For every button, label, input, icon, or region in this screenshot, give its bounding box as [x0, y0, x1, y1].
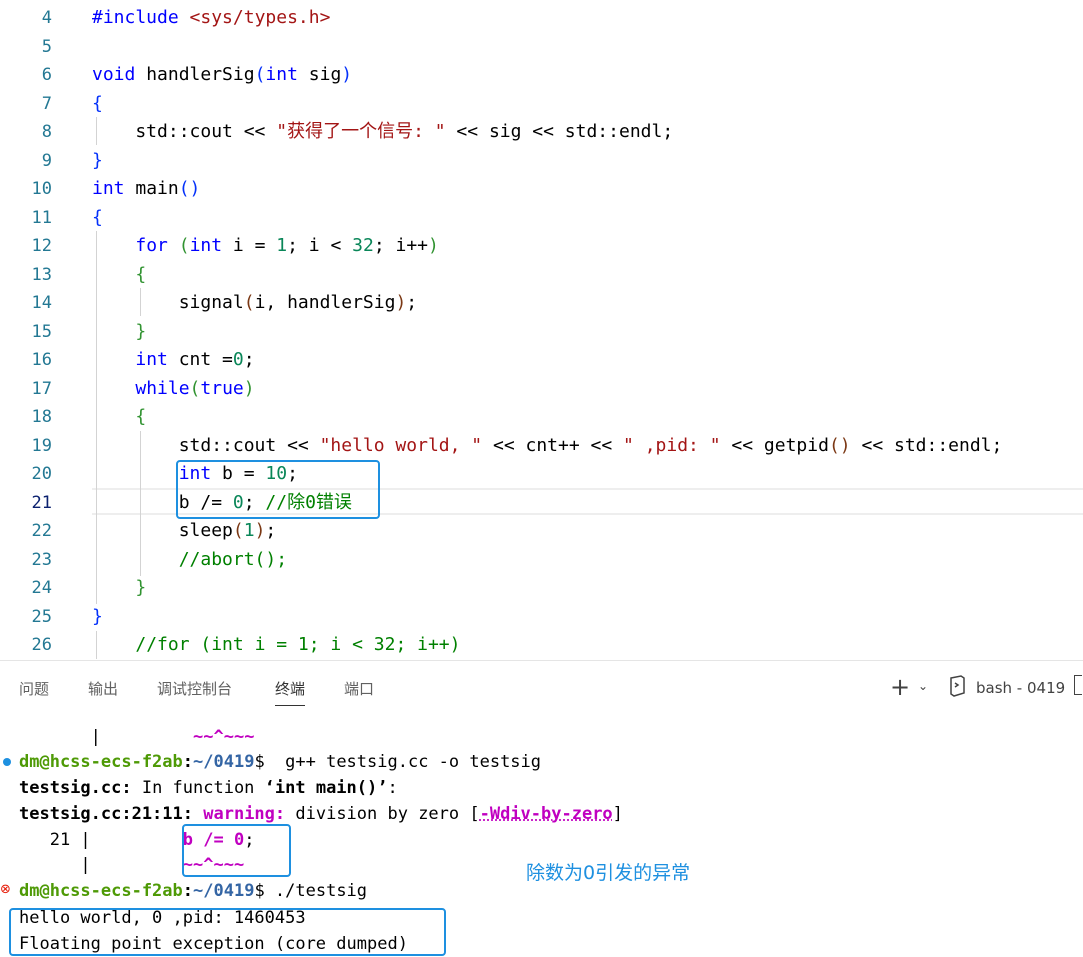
- code-line[interactable]: 23 //abort();: [0, 546, 1083, 574]
- code-line[interactable]: 8 std::cout << "获得了一个信号: " << sig << std…: [0, 118, 1083, 146]
- line-number: 10: [31, 179, 52, 199]
- line-number: 11: [31, 208, 52, 228]
- line-number: 25: [31, 607, 52, 627]
- code-line[interactable]: 12 for (int i = 1; i < 32; i++): [0, 232, 1083, 260]
- highlight-box-code: [176, 460, 380, 519]
- code-line[interactable]: 24 }: [0, 574, 1083, 602]
- code-line[interactable]: 16 int cnt =0;: [0, 346, 1083, 374]
- line-number: 6: [41, 65, 52, 85]
- terminal-prompt: dm@hcss-ecs-f2ab:~/0419$ ./testsig: [19, 881, 368, 901]
- code-text: {: [135, 264, 147, 285]
- annotation-label: 除数为0引发的异常: [526, 862, 691, 884]
- code-line[interactable]: 26 //for (int i = 1; i < 32; i++): [0, 631, 1083, 659]
- line-number: 26: [31, 635, 52, 655]
- code-text: }: [92, 150, 103, 171]
- code-line[interactable]: 18 {: [0, 403, 1083, 431]
- code-line[interactable]: 17 while(true): [0, 375, 1083, 403]
- line-number: 5: [41, 37, 52, 57]
- code-line[interactable]: 5: [0, 33, 1083, 61]
- terminal-line: | ~~^~~~: [90, 727, 255, 747]
- code-text: std::cout << "获得了一个信号: " << sig << std::…: [92, 121, 674, 142]
- new-terminal-plus-icon[interactable]: +: [890, 673, 910, 701]
- code-line[interactable]: 6 void handlerSig(int sig): [0, 61, 1083, 89]
- code-text: //abort();: [178, 549, 288, 570]
- code-text: sleep(1);: [92, 520, 277, 541]
- line-number: 4: [41, 8, 52, 28]
- line-number: 21: [31, 493, 52, 513]
- tab-problems[interactable]: 问题: [19, 678, 49, 699]
- highlight-box-output: [9, 908, 446, 956]
- tab-output[interactable]: 输出: [88, 678, 118, 699]
- code-line[interactable]: 19 std::cout << "hello world, " << cnt++…: [0, 432, 1083, 460]
- line-number: 22: [31, 521, 52, 541]
- line-number: 15: [31, 322, 52, 342]
- code-line[interactable]: 13 {: [0, 261, 1083, 289]
- code-line[interactable]: 9 }: [0, 147, 1083, 175]
- code-text: }: [135, 577, 147, 598]
- terminal-prompt: dm@hcss-ecs-f2ab:~/0419$ g++ testsig.cc …: [19, 752, 542, 772]
- line-number: 19: [31, 436, 52, 456]
- code-text: signal(i, handlerSig);: [92, 292, 418, 313]
- info-dot-icon: [3, 758, 11, 766]
- tab-ports[interactable]: 端口: [344, 678, 374, 699]
- line-number: 8: [41, 122, 52, 142]
- line-number: 16: [31, 350, 52, 370]
- line-number: 18: [31, 407, 52, 427]
- code-line[interactable]: 22 sleep(1);: [0, 517, 1083, 545]
- terminal-line: testsig.cc:21:11: warning: division by z…: [19, 804, 623, 824]
- code-editor[interactable]: 4 #include <sys/types.h> 5 6 void handle…: [0, 0, 1083, 660]
- line-number: 23: [31, 550, 52, 570]
- chevron-down-icon[interactable]: ⌄: [918, 679, 928, 693]
- tab-debug-console[interactable]: 调试控制台: [157, 678, 232, 699]
- line-number: 17: [31, 379, 52, 399]
- line-number: 12: [31, 236, 52, 256]
- split-terminal-icon[interactable]: [1074, 675, 1082, 695]
- code-text: void handlerSig(int sig): [92, 64, 353, 85]
- code-text: int cnt =0;: [135, 349, 255, 370]
- line-number: 14: [31, 293, 52, 313]
- code-text: {: [135, 406, 147, 427]
- error-icon: ⊗: [0, 882, 11, 897]
- code-text: }: [135, 321, 147, 342]
- code-text: while(true): [135, 378, 255, 399]
- code-text: for (int i = 1; i < 32; i++): [135, 235, 439, 256]
- code-line[interactable]: 21 b /= 0; //除0错误: [0, 489, 1083, 517]
- code-line[interactable]: 15 }: [0, 318, 1083, 346]
- highlight-box-warning: [182, 824, 291, 877]
- bottom-panel: 问题 输出 调试控制台 终端 端口 + ⌄ bash - 0419 | ~~^~…: [0, 660, 1083, 957]
- code-line[interactable]: 25 }: [0, 603, 1083, 631]
- code-text: {: [92, 93, 103, 114]
- code-line[interactable]: 14 signal(i, handlerSig);: [0, 289, 1083, 317]
- tab-terminal[interactable]: 终端: [275, 678, 306, 706]
- code-text: {: [92, 207, 103, 228]
- terminal-shell-icon: [950, 675, 965, 697]
- code-line[interactable]: 10 int main(): [0, 175, 1083, 203]
- line-number: 24: [31, 578, 52, 598]
- code-text: int main(): [92, 178, 201, 199]
- code-text: #include <sys/types.h>: [92, 7, 331, 28]
- line-number: 7: [41, 94, 52, 114]
- line-number: 13: [31, 265, 52, 285]
- code-text: //for (int i = 1; i < 32; i++): [135, 634, 461, 655]
- code-line[interactable]: 20 int b = 10;: [0, 460, 1083, 488]
- line-number: 9: [41, 151, 52, 171]
- code-line[interactable]: 7 {: [0, 90, 1083, 118]
- terminal-name[interactable]: bash - 0419: [976, 679, 1065, 697]
- panel-tabs: 问题 输出 调试控制台 终端 端口 + ⌄ bash - 0419: [0, 661, 1083, 713]
- terminal-line: testsig.cc: In function ‘int main()’:: [19, 778, 398, 798]
- code-text: }: [92, 606, 103, 627]
- code-text: std::cout << "hello world, " << cnt++ <<…: [92, 435, 1003, 456]
- code-line[interactable]: 4 #include <sys/types.h>: [0, 4, 1083, 32]
- line-number: 20: [31, 464, 52, 484]
- code-line[interactable]: 11 {: [0, 204, 1083, 232]
